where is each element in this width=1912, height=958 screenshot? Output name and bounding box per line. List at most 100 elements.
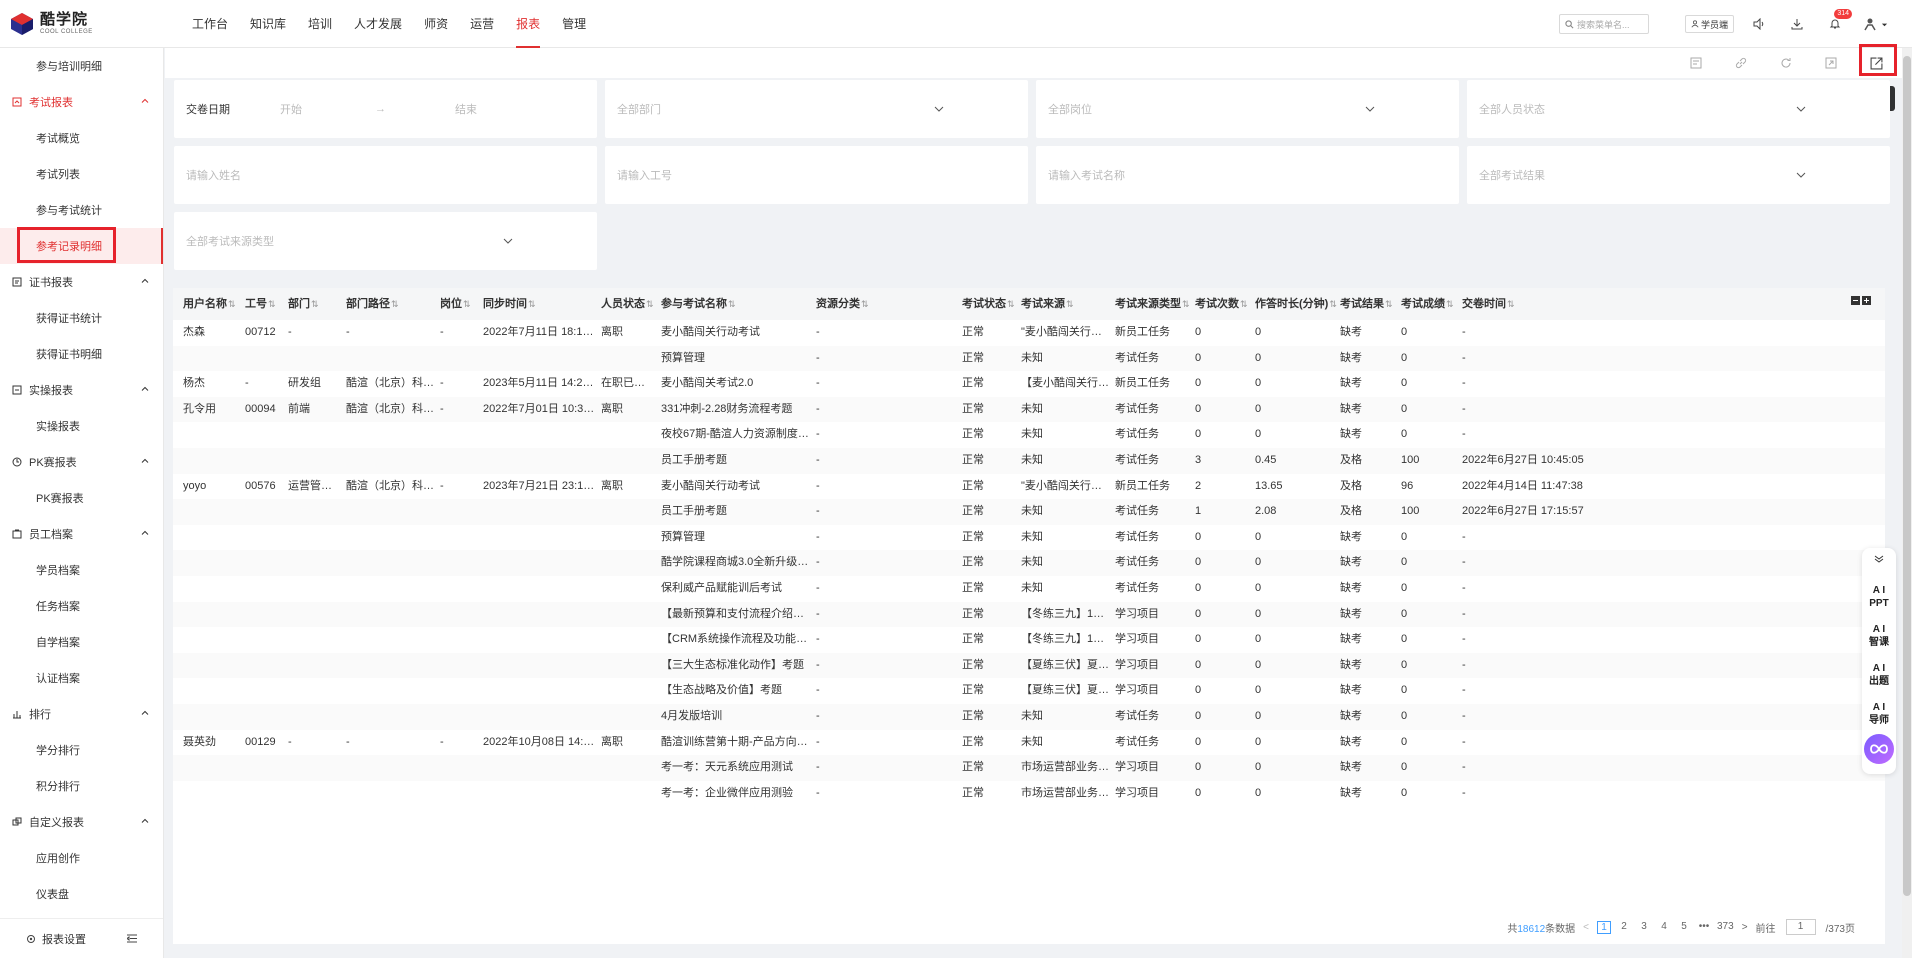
- column-header-15[interactable]: 考试成绩⇅: [1401, 288, 1454, 320]
- fullscreen-icon[interactable]: [1822, 54, 1840, 72]
- page-number[interactable]: 2: [1617, 921, 1631, 934]
- goto-page-input[interactable]: 1: [1785, 919, 1816, 935]
- page-number[interactable]: 4: [1657, 921, 1671, 934]
- sidebar-item-20[interactable]: 积分排行: [0, 768, 163, 804]
- menu-search-input[interactable]: 搜索菜单名...: [1558, 14, 1649, 34]
- column-header-6[interactable]: 人员状态⇅: [601, 288, 654, 320]
- sidebar-item-4[interactable]: 参与考试统计: [0, 192, 163, 228]
- sidebar-item-15[interactable]: 任务档案: [0, 588, 163, 624]
- download-icon[interactable]: [1786, 13, 1808, 35]
- sort-icon[interactable]: ⇅: [1385, 299, 1393, 309]
- table-row[interactable]: 考一考：天元系统应用测试 - 正常 市场运营部业务培... 学习项目 0 0 缺考 0 -: [173, 755, 1885, 781]
- column-header-2[interactable]: 部门⇅: [288, 288, 319, 320]
- column-header-14[interactable]: 考试结果⇅: [1340, 288, 1393, 320]
- nav-item-7[interactable]: 管理: [551, 0, 597, 48]
- table-row[interactable]: 夜校67期-酷渲人力资源制度考题 - 正常 未知 考试任务 0 0 缺考 0-: [173, 422, 1885, 448]
- ai-tool-1[interactable]: A I 智课: [1862, 623, 1896, 649]
- sidebar-item-22[interactable]: 应用创作: [0, 840, 163, 876]
- table-row[interactable]: 员工手册考题 - 正常 未知 考试任务 3 0.45 及格 100 2022年6月27日 10:4…: [173, 448, 1885, 474]
- sidebar-group-6[interactable]: 证书报表: [0, 264, 163, 300]
- sort-icon[interactable]: ⇅: [1240, 299, 1248, 309]
- table-row[interactable]: 员工手册考题 - 正常 未知 考试任务 1 2.08 及格 100 2022年6月27日 17:1…: [173, 499, 1885, 525]
- sort-icon[interactable]: ⇅: [1007, 299, 1015, 309]
- sort-icon[interactable]: ⇅: [1329, 299, 1337, 309]
- sidebar-item-12[interactable]: PK赛报表: [0, 480, 163, 516]
- page-number[interactable]: 1: [1597, 920, 1611, 934]
- department-select[interactable]: 全部部门: [605, 80, 1028, 138]
- nav-item-2[interactable]: 培训: [297, 0, 343, 48]
- logo[interactable]: 酷学院 COOL COLLEGE: [0, 0, 164, 48]
- column-header-12[interactable]: 考试次数⇅: [1195, 288, 1248, 320]
- page-number[interactable]: 3: [1637, 921, 1651, 934]
- nav-item-3[interactable]: 人才发展: [343, 0, 413, 48]
- table-row[interactable]: 【CRM系统操作流程及功能讲解】...-正常【冬练三九】1月16...学习项目0…: [173, 627, 1885, 653]
- sidebar-item-17[interactable]: 认证档案: [0, 660, 163, 696]
- table-row[interactable]: 酷学院课程商城3.0全新升级考试 - 正常 未知 考试任务 0 0 缺考 0-: [173, 550, 1885, 576]
- table-row[interactable]: 聂英劲00129---2022年10月08日 14:30:51离职酷渲训练营第十…: [173, 730, 1885, 756]
- sidebar-group-13[interactable]: 员工档案: [0, 516, 163, 552]
- sidebar-group-11[interactable]: PK赛报表: [0, 444, 163, 480]
- sort-icon[interactable]: ⇅: [1066, 299, 1074, 309]
- page-scrollbar[interactable]: [1902, 48, 1912, 958]
- sort-icon[interactable]: ⇅: [646, 299, 654, 309]
- column-header-7[interactable]: 参与考试名称⇅: [661, 288, 736, 320]
- table-row[interactable]: yoyo 00576 运营管理部 酷渲（北京）科技... -2023年7月21日 23:…: [173, 474, 1885, 500]
- sort-icon[interactable]: ⇅: [463, 299, 471, 309]
- column-header-13[interactable]: 作答时长(分钟)⇅: [1255, 288, 1337, 320]
- sidebar-item-10[interactable]: 实操报表: [0, 408, 163, 444]
- exam-result-select[interactable]: 全部考试结果: [1467, 146, 1890, 204]
- column-header-3[interactable]: 部门路径⇅: [346, 288, 399, 320]
- nav-item-1[interactable]: 知识库: [239, 0, 297, 48]
- table-row[interactable]: 考一考：企业微伴应用测验 - 正常 市场运营部业务培... 学习项目 0 0 缺考 0 -: [173, 781, 1885, 807]
- nav-item-6[interactable]: 报表: [505, 0, 551, 48]
- user-avatar-menu[interactable]: [1862, 16, 1888, 32]
- column-header-4[interactable]: 岗位⇅: [440, 288, 471, 320]
- sort-icon[interactable]: ⇅: [728, 299, 736, 309]
- table-row[interactable]: 预算管理 - 正常 未知 考试任务 0 0 缺考 0 -: [173, 345, 1885, 372]
- column-header-9[interactable]: 考试状态⇅: [962, 288, 1015, 320]
- sort-icon[interactable]: ⇅: [861, 299, 869, 309]
- table-row[interactable]: 孔令用 00094 前端 酷渲（北京）科技... -2022年7月01日 10:36:2…: [173, 396, 1885, 423]
- field-settings-icon[interactable]: [1687, 54, 1705, 72]
- ai-assistant-logo-icon[interactable]: [1864, 734, 1894, 764]
- table-row[interactable]: 保利威产品赋能训后考试 - 正常 未知 考试任务 0 0 缺考 0 -: [173, 576, 1885, 602]
- table-row[interactable]: 杰森 00712- - -2022年7月11日 18:19:41 离职 麦小酷闯关行动考试…: [173, 320, 1885, 346]
- double-chevron-down-icon[interactable]: [1874, 554, 1884, 564]
- ai-tool-3[interactable]: A I 导师: [1862, 701, 1896, 727]
- report-settings-button[interactable]: 报表设置: [0, 918, 163, 958]
- next-page-icon[interactable]: >: [1742, 922, 1748, 933]
- sidebar-item-16[interactable]: 自学档案: [0, 624, 163, 660]
- column-header-10[interactable]: 考试来源⇅: [1021, 288, 1074, 320]
- link-icon[interactable]: [1732, 54, 1750, 72]
- page-number[interactable]: •••: [1697, 921, 1711, 934]
- refresh-icon[interactable]: [1777, 54, 1795, 72]
- column-header-11[interactable]: 考试来源类型⇅: [1115, 288, 1190, 320]
- sidebar-group-21[interactable]: 自定义报表: [0, 804, 163, 840]
- column-header-0[interactable]: 用户名称⇅: [183, 288, 236, 320]
- expand-all-icon[interactable]: [1862, 296, 1871, 305]
- student-portal-button[interactable]: 学员端: [1684, 15, 1734, 33]
- sidebar-item-0[interactable]: 参与培训明细: [0, 48, 163, 84]
- sidebar-item-14[interactable]: 学员档案: [0, 552, 163, 588]
- volume-icon[interactable]: [1748, 13, 1770, 35]
- sidebar-group-18[interactable]: 排行: [0, 696, 163, 732]
- table-row[interactable]: 【生态战略及价值】考题 - 正常 【夏练三伏】夏季... 学习项目 0 0 缺考 0 -: [173, 678, 1885, 704]
- page-number[interactable]: 5: [1677, 921, 1691, 934]
- table-row[interactable]: 杨杰 - 研发组 酷渲（北京）科技... -2023年5月11日 14:26:58 在职已…: [173, 371, 1885, 397]
- name-input[interactable]: 请输入姓名: [174, 146, 597, 204]
- exam-source-type-select[interactable]: 全部考试来源类型: [174, 212, 597, 270]
- sort-icon[interactable]: ⇅: [1182, 299, 1190, 309]
- sidebar-item-19[interactable]: 学分排行: [0, 732, 163, 768]
- nav-item-4[interactable]: 师资: [413, 0, 459, 48]
- column-header-16[interactable]: 交卷时间⇅: [1462, 288, 1515, 320]
- sort-icon[interactable]: ⇅: [528, 299, 536, 309]
- table-row[interactable]: 4月发版培训 - 正常 未知 考试任务 0 0 缺考 0 -: [173, 704, 1885, 730]
- sidebar-group-9[interactable]: 实操报表: [0, 372, 163, 408]
- sidebar-item-7[interactable]: 获得证书统计: [0, 300, 163, 336]
- ai-tool-0[interactable]: A I PPT: [1862, 584, 1896, 610]
- prev-page-icon[interactable]: <: [1583, 922, 1589, 933]
- collapse-all-icon[interactable]: [1851, 296, 1860, 305]
- post-select[interactable]: 全部岗位: [1036, 80, 1459, 138]
- collapse-sidebar-icon[interactable]: [127, 934, 137, 943]
- sidebar-item-3[interactable]: 考试列表: [0, 156, 163, 192]
